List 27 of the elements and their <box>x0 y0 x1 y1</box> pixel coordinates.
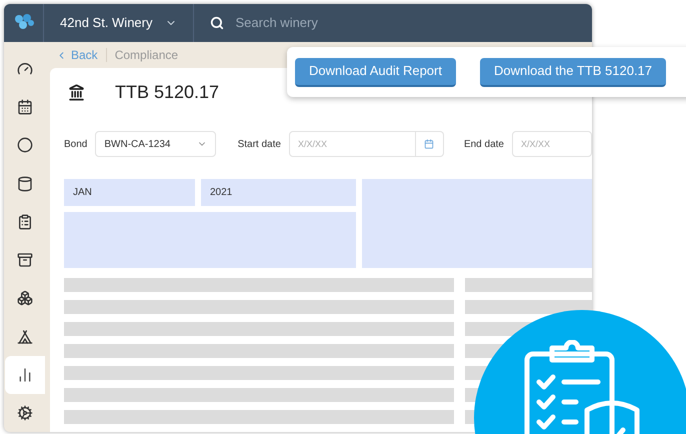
start-date-field[interactable]: X/X/XX <box>288 131 416 157</box>
calendar-icon <box>424 139 434 149</box>
search-field[interactable]: Search winery <box>236 13 386 33</box>
bond-label: Bond <box>64 138 88 152</box>
bar-chart-icon <box>17 367 33 384</box>
boxes-icon <box>17 290 33 306</box>
end-date-field[interactable]: X/X/XX <box>512 131 592 157</box>
back-label: Back <box>71 47 98 64</box>
bond-select[interactable]: BWN-CA-1234 <box>95 131 216 157</box>
breadcrumb-current: Compliance <box>114 47 178 64</box>
month-field: JAN <box>64 179 195 206</box>
circle-icon <box>17 137 33 154</box>
gauge-icon <box>17 60 33 77</box>
year-field: 2021 <box>201 179 356 206</box>
end-date-label: End date <box>464 138 504 152</box>
calendar-button[interactable] <box>416 131 444 157</box>
back-link[interactable]: Back <box>56 46 98 64</box>
download-button[interactable]: Download Audit Report <box>295 58 456 86</box>
logo-icon <box>12 14 34 32</box>
start-date-label: Start date <box>238 138 281 152</box>
download-button[interactable]: Download the TTB 5120.17 <box>480 58 666 86</box>
clipboard-icon <box>17 214 33 230</box>
bank-icon <box>68 84 85 100</box>
search-icon <box>210 16 224 30</box>
winery-selector[interactable]: 42nd St. Winery <box>44 4 194 42</box>
calendar-icon <box>17 98 33 115</box>
page-title: TTB 5120.17 <box>115 80 220 104</box>
